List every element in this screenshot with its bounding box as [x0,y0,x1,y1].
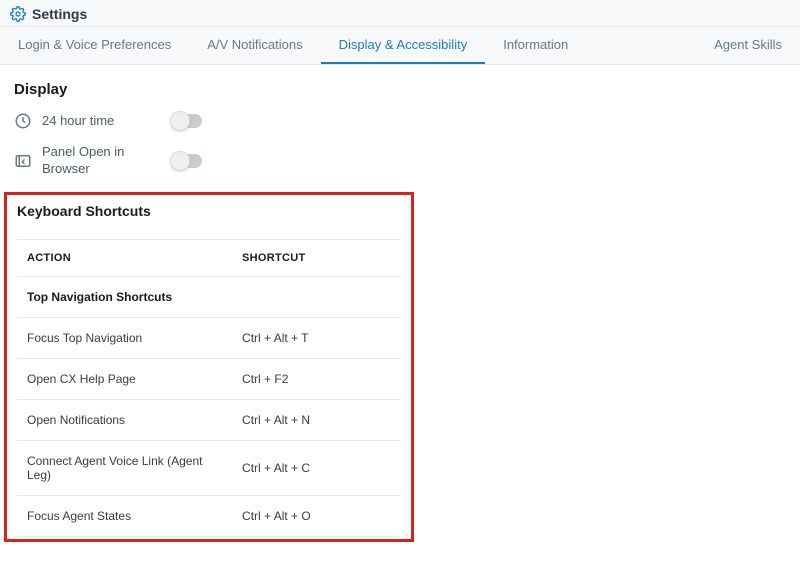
tab-login-voice[interactable]: Login & Voice Preferences [0,27,189,64]
label-24-hour-time: 24 hour time [42,113,172,130]
cell-action: Open CX Help Page [17,358,232,399]
table-row: Focus Agent States Ctrl + Alt + O [17,495,401,536]
cell-action: Focus Top Navigation [17,317,232,358]
cell-action: Focus Agent States [17,495,232,536]
toggle-knob [170,151,190,171]
table-row: Focus Top Navigation Ctrl + Alt + T [17,317,401,358]
cell-shortcut: Ctrl + Alt + T [232,317,401,358]
cell-shortcut: Ctrl + Alt + O [232,495,401,536]
row-24-hour-time: 24 hour time [14,112,790,130]
table-row: Connect Agent Voice Link (Agent Leg) Ctr… [17,440,401,495]
clock-icon [14,112,32,130]
cell-shortcut: Ctrl + Alt + C [232,440,401,495]
panel-open-icon [14,152,32,170]
table-row: Open CX Help Page Ctrl + F2 [17,358,401,399]
table-header-row: ACTION SHORTCUT [17,239,401,276]
toggle-panel-open[interactable] [172,154,202,168]
label-panel-open: Panel Open in Browser [42,144,172,178]
tab-agent-skills[interactable]: Agent Skills [696,27,800,64]
group-top-navigation: Top Navigation Shortcuts [17,276,401,317]
gear-icon [10,6,26,22]
cell-action: Open Notifications [17,399,232,440]
cell-shortcut: Ctrl + F2 [232,358,401,399]
group-label: Top Navigation Shortcuts [17,276,401,317]
content-area: Display 24 hour time Panel Open in Brows… [0,65,800,552]
tab-information[interactable]: Information [485,27,586,64]
display-section-title: Display [14,81,790,98]
tab-display-accessibility[interactable]: Display & Accessibility [321,27,486,64]
table-row: Open Notifications Ctrl + Alt + N [17,399,401,440]
keyboard-shortcuts-highlight: Keyboard Shortcuts ACTION SHORTCUT Top N… [4,192,414,542]
settings-header: Settings [0,0,800,27]
col-action: ACTION [17,239,232,276]
toggle-knob [170,111,190,131]
toggle-24-hour-time[interactable] [172,114,202,128]
tab-av-notifications[interactable]: A/V Notifications [189,27,320,64]
cell-action: Connect Agent Voice Link (Agent Leg) [17,440,232,495]
row-panel-open: Panel Open in Browser [14,144,790,178]
keyboard-shortcuts-title: Keyboard Shortcuts [17,203,401,219]
col-shortcut: SHORTCUT [232,239,401,276]
shortcuts-table: ACTION SHORTCUT Top Navigation Shortcuts… [17,239,401,537]
page-title: Settings [32,6,87,22]
cell-shortcut: Ctrl + Alt + N [232,399,401,440]
tabs-nav: Login & Voice Preferences A/V Notificati… [0,27,800,65]
